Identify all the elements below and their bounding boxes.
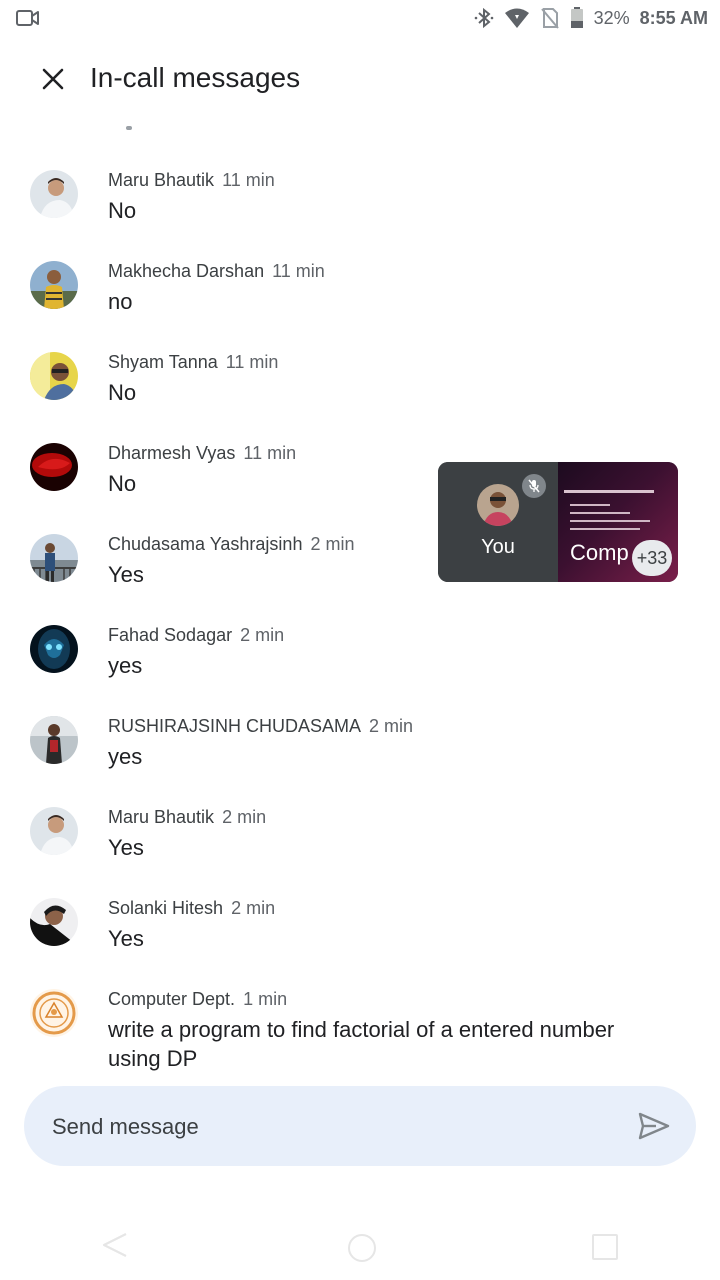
message-text: write a program to find factorial of a e… (108, 1017, 615, 1071)
recents-icon[interactable] (592, 1234, 618, 1260)
message-time: 1 min (243, 989, 288, 1009)
sender-name: Fahad Sodagar (108, 625, 233, 645)
message-time: 2 min (222, 807, 267, 827)
self-avatar (477, 484, 519, 526)
avatar (30, 807, 78, 855)
self-tile[interactable]: You (438, 462, 558, 582)
mic-off-icon (522, 474, 546, 498)
message-time: 11 min (225, 352, 279, 372)
clipped-message-remnant (126, 126, 132, 130)
slide-text-line (570, 504, 610, 506)
message-list[interactable]: Maru Bhautik 11 min No Makhecha Darshan 11… (0, 116, 720, 1080)
send-button[interactable] (636, 1108, 672, 1144)
message-text: yes (108, 653, 143, 678)
avatar (30, 716, 78, 764)
presenter-name: Comp (570, 540, 629, 565)
message-time: 11 min (272, 261, 325, 281)
avatar (30, 989, 78, 1037)
send-message-input[interactable] (50, 1106, 614, 1148)
back-icon[interactable] (100, 1230, 130, 1265)
message-time: 11 min (222, 170, 275, 190)
message-text: No (108, 380, 137, 405)
page-title: In-call messages (90, 62, 301, 93)
sender-name: Maru Bhautik (108, 170, 215, 190)
message-text: Yes (108, 835, 144, 860)
system-nav-bar (0, 1212, 720, 1280)
battery-icon (570, 7, 584, 29)
clock: 8:55 AM (639, 7, 708, 28)
slide-text-line (570, 512, 630, 514)
battery-percent: 32% (593, 7, 630, 28)
sender-name: Solanki Hitesh (108, 898, 224, 918)
avatar (30, 170, 78, 218)
home-icon[interactable] (348, 1234, 376, 1262)
call-pip[interactable]: You Comp +33 (438, 462, 678, 582)
participant-count-badge[interactable]: +33 (632, 540, 672, 576)
presentation-tile[interactable]: Comp +33 (558, 462, 678, 582)
close-icon (42, 68, 64, 90)
message-time: 2 min (231, 898, 276, 918)
video-icon (16, 9, 40, 32)
message-time: 11 min (243, 443, 297, 463)
bluetooth-icon (474, 7, 494, 29)
slide-text-line (570, 528, 640, 530)
sender-name: Makhecha Darshan (108, 261, 265, 281)
avatar (30, 898, 78, 946)
avatar (30, 261, 78, 309)
avatar (30, 625, 78, 673)
avatar (30, 443, 78, 491)
wifi-icon (504, 7, 530, 29)
slide-heading-line (564, 490, 654, 493)
message-text: Yes (108, 926, 144, 951)
message-text: No (108, 198, 137, 223)
sender-name: Computer Dept. (108, 989, 236, 1009)
header: In-call messages (0, 40, 720, 116)
message-composer (24, 1086, 696, 1166)
slide-text-line (570, 520, 650, 522)
self-label: You (481, 536, 515, 558)
sender-name: Dharmesh Vyas (108, 443, 236, 463)
sender-name: Shyam Tanna (108, 352, 218, 372)
message-text: no (108, 289, 133, 314)
close-button[interactable] (30, 56, 76, 102)
no-sim-icon (540, 7, 560, 29)
message-time: 2 min (310, 534, 355, 554)
avatar (30, 534, 78, 582)
sender-name: Chudasama Yashrajsinh (108, 534, 303, 554)
send-icon (638, 1112, 670, 1140)
status-bar: 32% 8:55 AM (0, 0, 720, 36)
sender-name: RUSHIRAJSINH CHUDASAMA (108, 716, 362, 736)
sender-name: Maru Bhautik (108, 807, 215, 827)
message-time: 2 min (240, 625, 285, 645)
avatar (30, 352, 78, 400)
message-text: yes (108, 744, 143, 769)
message-time: 2 min (369, 716, 414, 736)
